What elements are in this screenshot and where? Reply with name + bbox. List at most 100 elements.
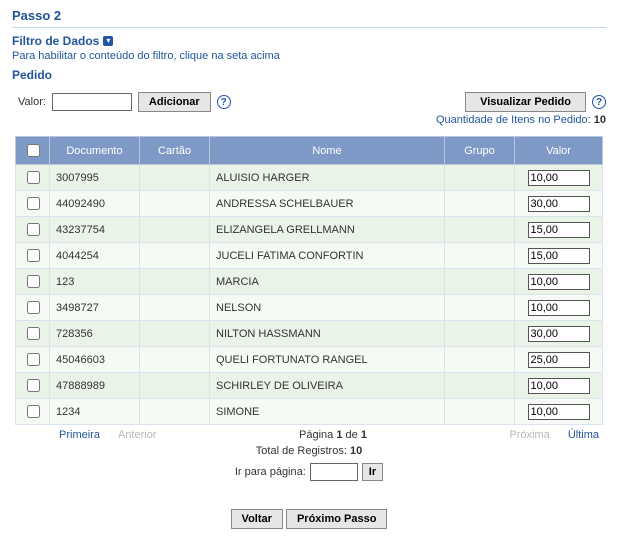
cell-grupo: [445, 191, 515, 217]
section-pedido-title: Pedido: [12, 68, 606, 82]
cell-nome: NILTON HASSMANN: [210, 321, 445, 347]
cell-grupo: [445, 347, 515, 373]
col-header-documento: Documento: [50, 137, 140, 165]
cell-nome: SCHIRLEY DE OLIVEIRA: [210, 373, 445, 399]
table-row: 3498727 NELSON: [16, 295, 603, 321]
qty-value: 10: [594, 114, 606, 126]
row-checkbox[interactable]: [27, 171, 40, 184]
cell-cartao: [140, 217, 210, 243]
row-valor-input[interactable]: [528, 326, 590, 342]
cell-nome: SIMONE: [210, 399, 445, 425]
cell-documento: 43237754: [50, 217, 140, 243]
table-row: 728356 NILTON HASSMANN: [16, 321, 603, 347]
table-row: 44092490 ANDRESSA SCHELBAUER: [16, 191, 603, 217]
cell-grupo: [445, 165, 515, 191]
cell-nome: JUCELI FATIMA CONFORTIN: [210, 243, 445, 269]
table-row: 123 MARCIA: [16, 269, 603, 295]
select-all-checkbox[interactable]: [27, 144, 40, 157]
cell-documento: 3007995: [50, 165, 140, 191]
pager-first[interactable]: Primeira: [59, 429, 100, 441]
cell-cartao: [140, 373, 210, 399]
cell-documento: 45046603: [50, 347, 140, 373]
cell-grupo: [445, 399, 515, 425]
qty-label: Quantidade de Itens no Pedido:: [436, 114, 591, 126]
cell-cartao: [140, 191, 210, 217]
cell-nome: NELSON: [210, 295, 445, 321]
row-valor-input[interactable]: [528, 170, 590, 186]
data-grid: Documento Cartão Nome Grupo Valor 300799…: [15, 136, 603, 425]
col-header-grupo: Grupo: [445, 137, 515, 165]
row-checkbox[interactable]: [27, 249, 40, 262]
row-checkbox[interactable]: [27, 327, 40, 340]
cell-grupo: [445, 217, 515, 243]
view-order-button[interactable]: Visualizar Pedido: [465, 92, 586, 112]
row-checkbox[interactable]: [27, 353, 40, 366]
table-row: 1234 SIMONE: [16, 399, 603, 425]
row-valor-input[interactable]: [528, 300, 590, 316]
cell-grupo: [445, 269, 515, 295]
row-checkbox[interactable]: [27, 379, 40, 392]
row-checkbox[interactable]: [27, 197, 40, 210]
pager-next: Próxima: [509, 429, 549, 441]
cell-grupo: [445, 321, 515, 347]
table-row: 43237754 ELIZANGELA GRELLMANN: [16, 217, 603, 243]
cell-cartao: [140, 165, 210, 191]
filter-help-text: Para habilitar o conteúdo do filtro, cli…: [12, 50, 606, 62]
col-header-cartao: Cartão: [140, 137, 210, 165]
help-icon[interactable]: ?: [592, 95, 606, 109]
cell-documento: 728356: [50, 321, 140, 347]
row-valor-input[interactable]: [528, 196, 590, 212]
back-button[interactable]: Voltar: [231, 509, 283, 529]
cell-nome: QUELI FORTUNATO RANGEL: [210, 347, 445, 373]
cell-nome: ALUISIO HARGER: [210, 165, 445, 191]
row-valor-input[interactable]: [528, 404, 590, 420]
goto-label: Ir para página:: [235, 466, 306, 478]
goto-button[interactable]: Ir: [362, 463, 383, 481]
goto-page-input[interactable]: [310, 463, 358, 481]
col-header-nome: Nome: [210, 137, 445, 165]
row-valor-input[interactable]: [528, 274, 590, 290]
cell-nome: ANDRESSA SCHELBAUER: [210, 191, 445, 217]
valor-input[interactable]: [52, 93, 132, 111]
cell-grupo: [445, 243, 515, 269]
row-checkbox[interactable]: [27, 275, 40, 288]
valor-label: Valor:: [18, 96, 46, 108]
next-step-button[interactable]: Próximo Passo: [286, 509, 387, 529]
table-row: 4044254 JUCELI FATIMA CONFORTIN: [16, 243, 603, 269]
cell-cartao: [140, 243, 210, 269]
filter-title: Filtro de Dados: [12, 34, 99, 48]
cell-cartao: [140, 295, 210, 321]
pager-prev: Anterior: [118, 429, 157, 441]
cell-documento: 47888989: [50, 373, 140, 399]
row-checkbox[interactable]: [27, 405, 40, 418]
total-records: Total de Registros: 10: [12, 445, 606, 457]
help-icon[interactable]: ?: [217, 95, 231, 109]
row-valor-input[interactable]: [528, 352, 590, 368]
cell-grupo: [445, 295, 515, 321]
cell-nome: MARCIA: [210, 269, 445, 295]
col-header-valor: Valor: [515, 137, 603, 165]
chevron-down-icon[interactable]: ▾: [103, 36, 113, 46]
step-title: Passo 2: [12, 8, 606, 28]
cell-documento: 44092490: [50, 191, 140, 217]
row-valor-input[interactable]: [528, 222, 590, 238]
table-row: 47888989 SCHIRLEY DE OLIVEIRA: [16, 373, 603, 399]
add-button[interactable]: Adicionar: [138, 92, 211, 112]
pager: Primeira Anterior Página 1 de 1 Próxima …: [15, 429, 603, 441]
table-row: 3007995 ALUISIO HARGER: [16, 165, 603, 191]
cell-documento: 4044254: [50, 243, 140, 269]
row-checkbox[interactable]: [27, 223, 40, 236]
table-row: 45046603 QUELI FORTUNATO RANGEL: [16, 347, 603, 373]
pager-page-info: Página 1 de 1: [299, 429, 367, 441]
cell-grupo: [445, 373, 515, 399]
row-valor-input[interactable]: [528, 378, 590, 394]
cell-cartao: [140, 269, 210, 295]
cell-nome: ELIZANGELA GRELLMANN: [210, 217, 445, 243]
row-checkbox[interactable]: [27, 301, 40, 314]
pager-last[interactable]: Última: [568, 429, 599, 441]
row-valor-input[interactable]: [528, 248, 590, 264]
cell-cartao: [140, 399, 210, 425]
cell-documento: 1234: [50, 399, 140, 425]
cell-documento: 3498727: [50, 295, 140, 321]
cell-documento: 123: [50, 269, 140, 295]
